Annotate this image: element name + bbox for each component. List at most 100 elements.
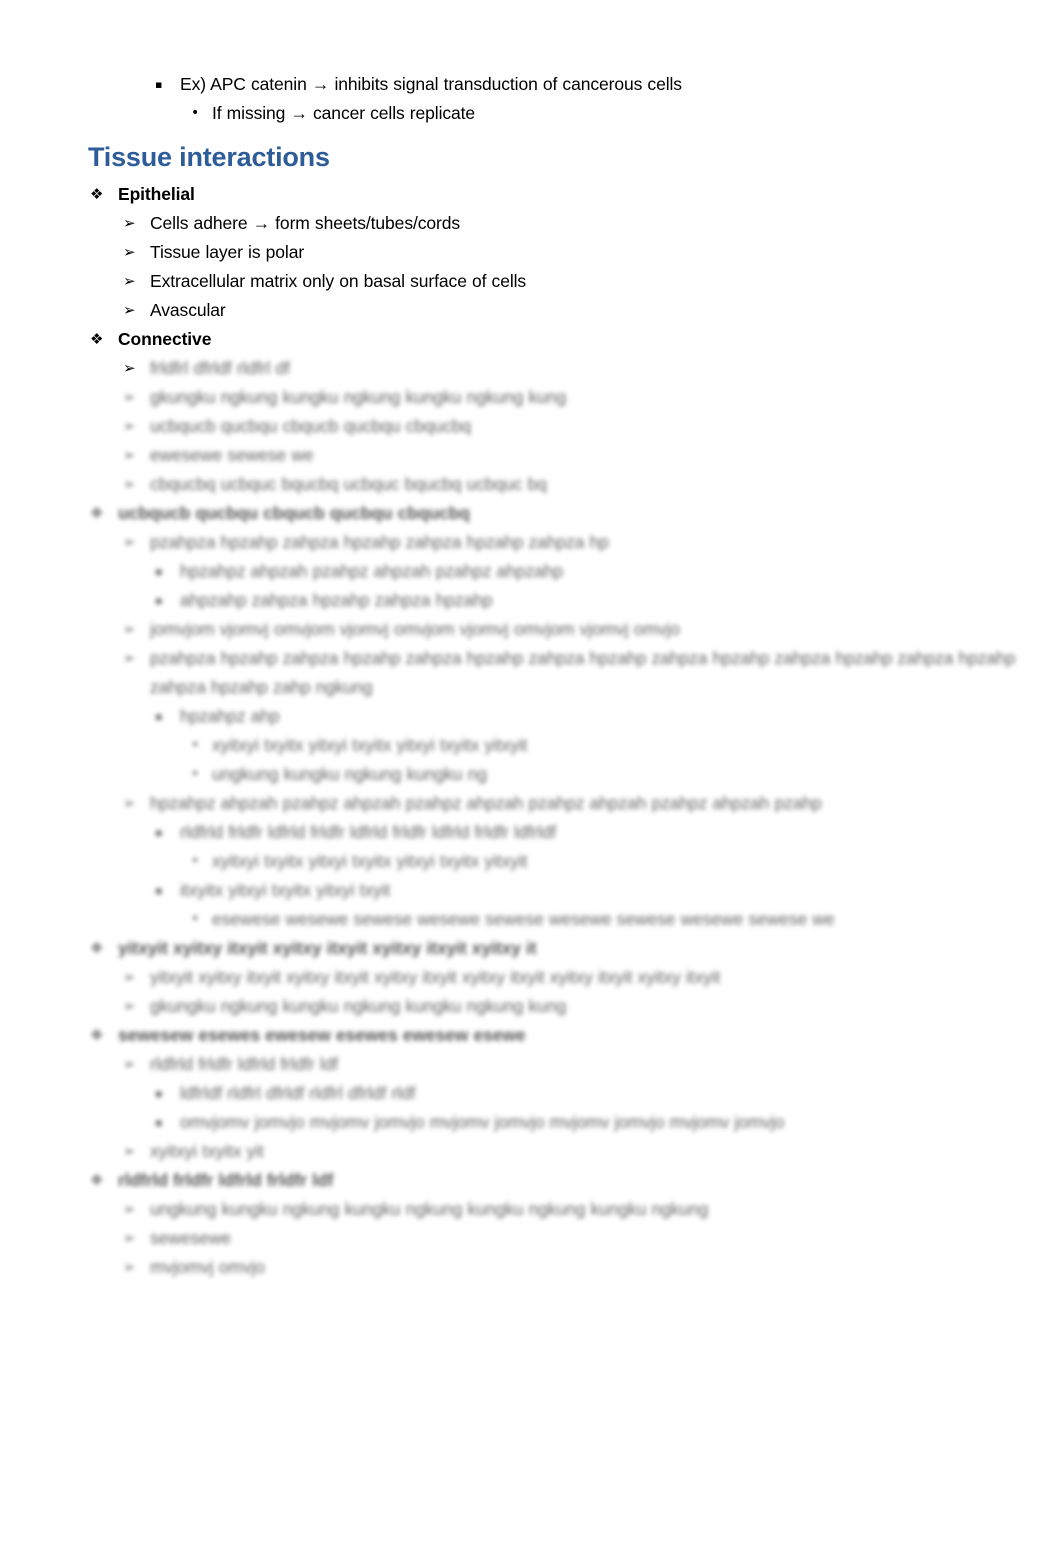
bullet-level1-icon: ❖ bbox=[90, 185, 104, 203]
redacted-list-item-text: sewesewe bbox=[150, 1228, 231, 1248]
redacted-list-item-text: sewesew esewes ewesew esewes ewesew esew… bbox=[118, 1025, 526, 1045]
redacted-list-item-text: itxyitx yitxyi txyitx yitxyi txyit bbox=[180, 880, 391, 900]
bullet-level3-icon: ▪ bbox=[155, 826, 163, 839]
redacted-list-item-text: xyitxyi txyitx yitxyi txyitx yitxyi txyi… bbox=[212, 851, 528, 871]
bullet-level2-icon: ➢ bbox=[123, 301, 136, 319]
redacted-list-item: ❖ yitxyit xyitxy itxyit xyitxy itxyit xyi… bbox=[0, 934, 1062, 963]
redacted-list-item-text: xyitxyi txyitx yitxyi txyitx yitxyi txyi… bbox=[212, 735, 528, 755]
bullet-level2-icon: ➢ bbox=[123, 359, 136, 377]
bullet-level3-icon: ▪ bbox=[155, 1087, 163, 1100]
bullet-level2-icon: ➢ bbox=[123, 794, 136, 812]
redacted-list-item: ➢ rldfrld frldfr ldfrld frldfr ldf bbox=[0, 1050, 1062, 1079]
redacted-list-item-text: ewesewe sewese we bbox=[150, 445, 314, 465]
list-item-text: Cells adhere → form sheets/tubes/cords bbox=[150, 213, 461, 233]
redacted-list-item: ❖ rldfrld frldfr ldfrld frldfr ldf bbox=[0, 1166, 1062, 1195]
redacted-list-item: ➢ mvjomvj omvjo bbox=[0, 1253, 1062, 1282]
redacted-list-item: ➢ ucbqucb qucbqu cbqucb qucbqu cbqucbq bbox=[0, 412, 1062, 441]
redacted-list-item: • xyitxyi txyitx yitxyi txyitx yitxyi txy… bbox=[0, 731, 1062, 760]
redacted-list-item-text: hpzahpz ahp bbox=[180, 706, 280, 726]
bullet-level2-icon: ➢ bbox=[123, 997, 136, 1015]
top-carryover-list: ▪ Ex) APC catenin → inhibits signal trans… bbox=[0, 70, 1062, 128]
redacted-list-item: ▪ hpzahpz ahp bbox=[0, 702, 1062, 731]
redacted-list-item: ➢ pzahpza hpzahp zahpza hpzahp zahpza hpz… bbox=[0, 528, 1062, 557]
outline-sections: ❖ Epithelial ➢ Cells adhere → form sheets/t… bbox=[0, 180, 1062, 354]
bullet-level4-icon: • bbox=[191, 853, 200, 869]
redacted-list-item-text: hpzahpz ahpzah pzahpz ahpzah pzahpz ahpz… bbox=[150, 793, 822, 813]
bullet-level2-icon: ➢ bbox=[123, 620, 136, 638]
bullet-level2-icon: ➢ bbox=[123, 214, 136, 232]
bullet-level2-icon: ➢ bbox=[123, 1258, 136, 1276]
redacted-list-item: ▪ rldfrld frldfr ldfrld frldfr ldfrld frl… bbox=[0, 818, 1062, 847]
section-heading-text: Connective bbox=[118, 329, 212, 349]
carryover-list-item-text: Ex) APC catenin → inhibits signal transd… bbox=[180, 74, 682, 94]
redacted-list-item: ➢ xyitxyi txyitx yit bbox=[0, 1137, 1062, 1166]
redacted-list-item: ➢ frldfrl dfrldf rldfrl df bbox=[0, 354, 1062, 383]
list-item-text: Tissue layer is polar bbox=[150, 242, 305, 262]
redacted-list-item-text: rldfrld frldfr ldfrld frldfr ldf bbox=[150, 1054, 339, 1074]
carryover-list-item: ▪ Ex) APC catenin → inhibits signal trans… bbox=[0, 70, 1062, 99]
redacted-list-item-text: rldfrld frldfr ldfrld frldfr ldf bbox=[118, 1170, 334, 1190]
list-item-text: Extracellular matrix only on basal surfa… bbox=[150, 271, 527, 291]
redacted-list-item-text: pzahpza hpzahp zahpza hpzahp zahpza hpza… bbox=[150, 648, 1021, 697]
bullet-level1-icon: ❖ bbox=[90, 330, 104, 348]
bullet-level2-icon: ➢ bbox=[123, 388, 136, 406]
redacted-list-item-text: hpzahpz ahpzah pzahpz ahpzah pzahpz ahpz… bbox=[180, 561, 564, 581]
bullet-level2-icon: ➢ bbox=[123, 1200, 136, 1218]
bullet-level3-icon: ▪ bbox=[155, 565, 163, 578]
redacted-list-item-text: rldfrld frldfr ldfrld frldfr ldfrld frld… bbox=[180, 822, 557, 842]
redacted-list-item-text: yitxyit xyitxy itxyit xyitxy itxyit xyit… bbox=[118, 938, 537, 958]
carryover-list-item: • If missing → cancer cells replicate bbox=[0, 99, 1062, 128]
bullet-level1-icon: ❖ bbox=[90, 939, 104, 957]
list-item: ➢ Extracellular matrix only on basal surf… bbox=[0, 267, 1062, 296]
redacted-list-item: ➢ sewesewe bbox=[0, 1224, 1062, 1253]
carryover-list-item-text: If missing → cancer cells replicate bbox=[212, 103, 476, 123]
redacted-list-item: ▪ hpzahpz ahpzah pzahpz ahpzah pzahpz ahp… bbox=[0, 557, 1062, 586]
redacted-list-item: ❖ sewesew esewes ewesew esewes ewesew ese… bbox=[0, 1021, 1062, 1050]
section-heading-text: Epithelial bbox=[118, 184, 195, 204]
redacted-list-item: ➢ jomvjom vjomvj omvjom vjomvj omvjom vjo… bbox=[0, 615, 1062, 644]
redacted-list-item-text: xyitxyi txyitx yit bbox=[150, 1141, 264, 1161]
redacted-list-item-text: jomvjom vjomvj omvjom vjomvj omvjom vjom… bbox=[150, 619, 680, 639]
redacted-list-item-text: cbqucbq ucbquc bqucbq ucbquc bqucbq ucbq… bbox=[150, 474, 547, 494]
redacted-list-item-text: ungkung kungku ngkung kungku ngkung kung… bbox=[150, 1199, 709, 1219]
list-item: ➢ Tissue layer is polar bbox=[0, 238, 1062, 267]
bullet-level2-icon: ➢ bbox=[123, 1055, 136, 1073]
bullet-level3-icon: ▪ bbox=[155, 884, 163, 897]
bullet-level3-icon: ▪ bbox=[155, 710, 163, 723]
document-page: ▪ Ex) APC catenin → inhibits signal trans… bbox=[0, 0, 1062, 1556]
redacted-list-item-text: esewese wesewe sewese wesewe sewese wese… bbox=[212, 909, 835, 929]
bullet-level2-icon: ➢ bbox=[123, 243, 136, 261]
bullet-level3-icon: ▪ bbox=[155, 1116, 163, 1129]
redacted-list-item: ▪ ahpzahp zahpza hpzahp zahpza hpzahp bbox=[0, 586, 1062, 615]
redacted-list-item: ➢ cbqucbq ucbquc bqucbq ucbquc bqucbq ucb… bbox=[0, 470, 1062, 499]
bullet-level2-icon: ➢ bbox=[123, 533, 136, 551]
redacted-list-item: ➢ gkungku ngkung kungku ngkung kungku ngk… bbox=[0, 992, 1062, 1021]
redacted-list-item-text: ucbqucb qucbqu cbqucb qucbqu cbqucbq bbox=[150, 416, 472, 436]
list-item: ➢ Avascular bbox=[0, 296, 1062, 325]
document-body: ▪ Ex) APC catenin → inhibits signal trans… bbox=[0, 70, 1062, 1282]
redacted-list-item-text: pzahpza hpzahp zahpza hpzahp zahpza hpza… bbox=[150, 532, 609, 552]
redacted-list-item: ➢ pzahpza hpzahp zahpza hpzahp zahpza hpz… bbox=[0, 644, 1062, 702]
list-item-text: Avascular bbox=[150, 300, 226, 320]
bullet-level1-icon: ❖ bbox=[90, 504, 104, 522]
redacted-outline-region: ➢ frldfrl dfrldf rldfrl df ➢ gkungku ngkung… bbox=[0, 354, 1062, 1282]
bullet-level2-icon: ➢ bbox=[123, 1142, 136, 1160]
redacted-list-item-text: gkungku ngkung kungku ngkung kungku ngku… bbox=[150, 387, 567, 407]
redacted-list-item-text: ahpzahp zahpza hpzahp zahpza hpzahp bbox=[180, 590, 493, 610]
redacted-list-item: ▪ omvjomv jomvjo mvjomv jomvjo mvjomv jom… bbox=[0, 1108, 1062, 1137]
redacted-list-item-text: ucbqucb qucbqu cbqucb qucbqu cbqucbq bbox=[118, 503, 470, 523]
redacted-list-item: • esewese wesewe sewese wesewe sewese wes… bbox=[0, 905, 1062, 934]
bullet-level2-icon: ➢ bbox=[123, 272, 136, 290]
bullet-level2-icon: ➢ bbox=[123, 417, 136, 435]
bullet-level3-icon: ▪ bbox=[155, 594, 163, 607]
redacted-list-item: ▪ itxyitx yitxyi txyitx yitxyi txyit bbox=[0, 876, 1062, 905]
redacted-list-item-text: ungkung kungku ngkung kungku ng bbox=[212, 764, 487, 784]
bullet-level2-icon: ➢ bbox=[123, 1229, 136, 1247]
redacted-list-item-text: ldfrldf rldfrl dfrldf rldfrl dfrldf rldf bbox=[180, 1083, 416, 1103]
bullet-level2-icon: ➢ bbox=[123, 475, 136, 493]
bullet-level4-icon: • bbox=[191, 737, 200, 753]
bullet-level2-icon: ➢ bbox=[123, 446, 136, 464]
redacted-list-item: • xyitxyi txyitx yitxyi txyitx yitxyi txy… bbox=[0, 847, 1062, 876]
redacted-list-item-text: yitxyit xyitxy itxyit xyitxy itxyit xyit… bbox=[150, 967, 721, 987]
bullet-level4-icon: • bbox=[191, 105, 200, 121]
